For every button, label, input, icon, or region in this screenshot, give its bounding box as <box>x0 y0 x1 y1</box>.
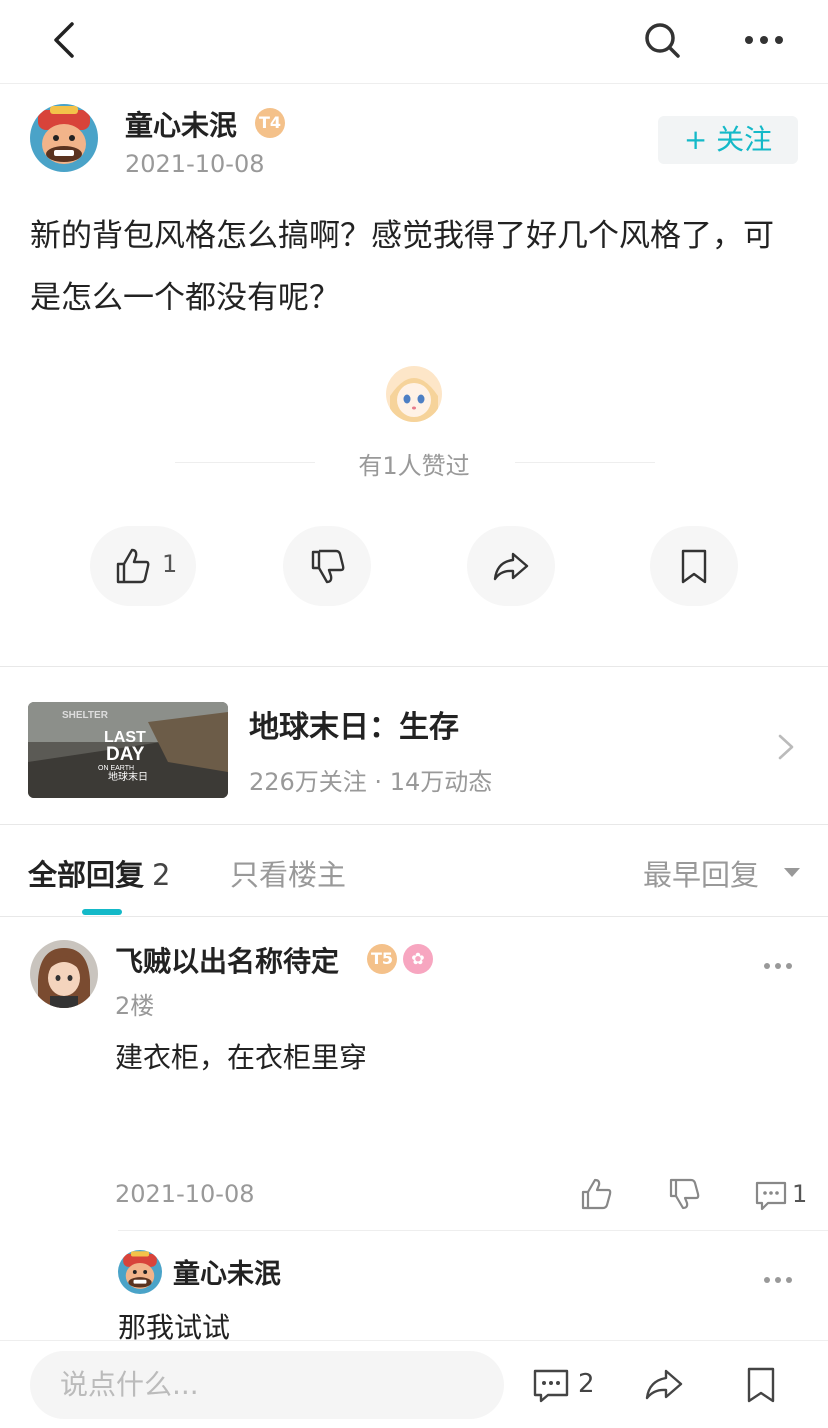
more-dots-icon[interactable] <box>762 1272 794 1288</box>
divider-line <box>175 462 315 463</box>
tab-owner-only[interactable]: 只看楼主 <box>230 852 346 894</box>
more-dots-icon[interactable] <box>762 958 794 974</box>
chevron-right-icon[interactable] <box>774 732 798 762</box>
game-title[interactable]: 地球末日：生存 <box>249 702 459 746</box>
reply-author-name[interactable]: 飞贼以出名称待定 <box>115 940 339 980</box>
comment-count: 2 <box>578 1369 595 1399</box>
reply-floor: 2楼 <box>115 992 155 1020</box>
author-avatar[interactable] <box>30 104 98 172</box>
sort-dropdown[interactable]: 最早回复 <box>643 852 759 894</box>
section-divider <box>0 666 828 667</box>
post-author: 童心未泯 T4 2021-10-08 + 关注 <box>30 104 800 184</box>
reply-date: 2021-10-08 <box>115 1180 255 1208</box>
thumbs-down-icon[interactable] <box>666 1176 702 1212</box>
like-count: 1 <box>162 550 178 578</box>
comment-input[interactable]: 说点什么... <box>30 1351 504 1419</box>
comment-icon[interactable] <box>532 1367 570 1405</box>
post-date: 2021-10-08 <box>125 150 265 178</box>
thumb-logo-line2: DAY <box>106 744 145 765</box>
like-button[interactable]: 1 <box>90 526 196 606</box>
comment-icon[interactable] <box>754 1178 788 1212</box>
tab-all-count: 2 <box>152 858 171 892</box>
level-badge: T4 <box>255 108 285 138</box>
reply-comment-count: 1 <box>792 1180 808 1208</box>
reply-body: 建衣柜，在衣柜里穿 <box>115 1041 368 1074</box>
bottom-bar: 说点什么... 2 <box>0 1340 828 1428</box>
thumb-logo-cn: 地球末日 <box>108 770 148 783</box>
thumbs-up-icon[interactable] <box>578 1176 614 1212</box>
sub-reply-author-name[interactable]: 童心未泯 <box>173 1252 281 1291</box>
follow-button[interactable]: + 关注 <box>658 116 798 164</box>
flower-badge-icon: ✿ <box>403 944 433 974</box>
thumbs-down-icon <box>311 549 345 584</box>
dislike-button[interactable] <box>283 526 371 606</box>
level-badge: T5 <box>367 944 397 974</box>
bookmark-button[interactable] <box>650 526 738 606</box>
share-button[interactable] <box>467 526 555 606</box>
section-divider <box>0 824 828 825</box>
likers-summary[interactable]: 有1人赞过 <box>300 446 528 481</box>
tab-active-indicator <box>82 909 122 915</box>
liker-avatar[interactable] <box>386 366 442 422</box>
search-icon[interactable] <box>640 18 684 62</box>
author-name[interactable]: 童心未泯 <box>125 104 237 144</box>
back-arrow-icon[interactable] <box>44 18 88 62</box>
tab-all-label: 全部回复 <box>28 858 145 892</box>
top-bar <box>0 0 828 84</box>
tab-all-replies[interactable]: 全部回复 2 <box>28 852 170 894</box>
caret-down-icon[interactable] <box>784 868 800 877</box>
thumb-shelter-text: SHELTER <box>62 710 109 721</box>
share-arrow-icon <box>493 552 529 581</box>
thumbs-up-icon <box>116 548 150 584</box>
sub-reply-avatar[interactable] <box>118 1250 162 1294</box>
game-thumbnail[interactable]: SHELTER LAST DAY ON EARTH 地球末日 <box>28 702 228 798</box>
bookmark-icon[interactable] <box>744 1365 778 1405</box>
share-arrow-icon[interactable] <box>644 1365 684 1405</box>
bookmark-icon <box>681 549 707 584</box>
reply-avatar[interactable] <box>30 940 98 1008</box>
section-divider <box>0 916 828 917</box>
post-body: 新的背包风格怎么搞啊？感觉我得了好几个风格了，可是怎么一个都没有呢？ <box>30 218 774 316</box>
game-stats: 226万关注 · 14万动态 <box>249 768 493 796</box>
more-dots-icon[interactable] <box>740 18 788 62</box>
divider-line <box>118 1230 828 1231</box>
thumb-logo-line3: ON EARTH <box>98 765 134 772</box>
divider-line <box>515 462 655 463</box>
